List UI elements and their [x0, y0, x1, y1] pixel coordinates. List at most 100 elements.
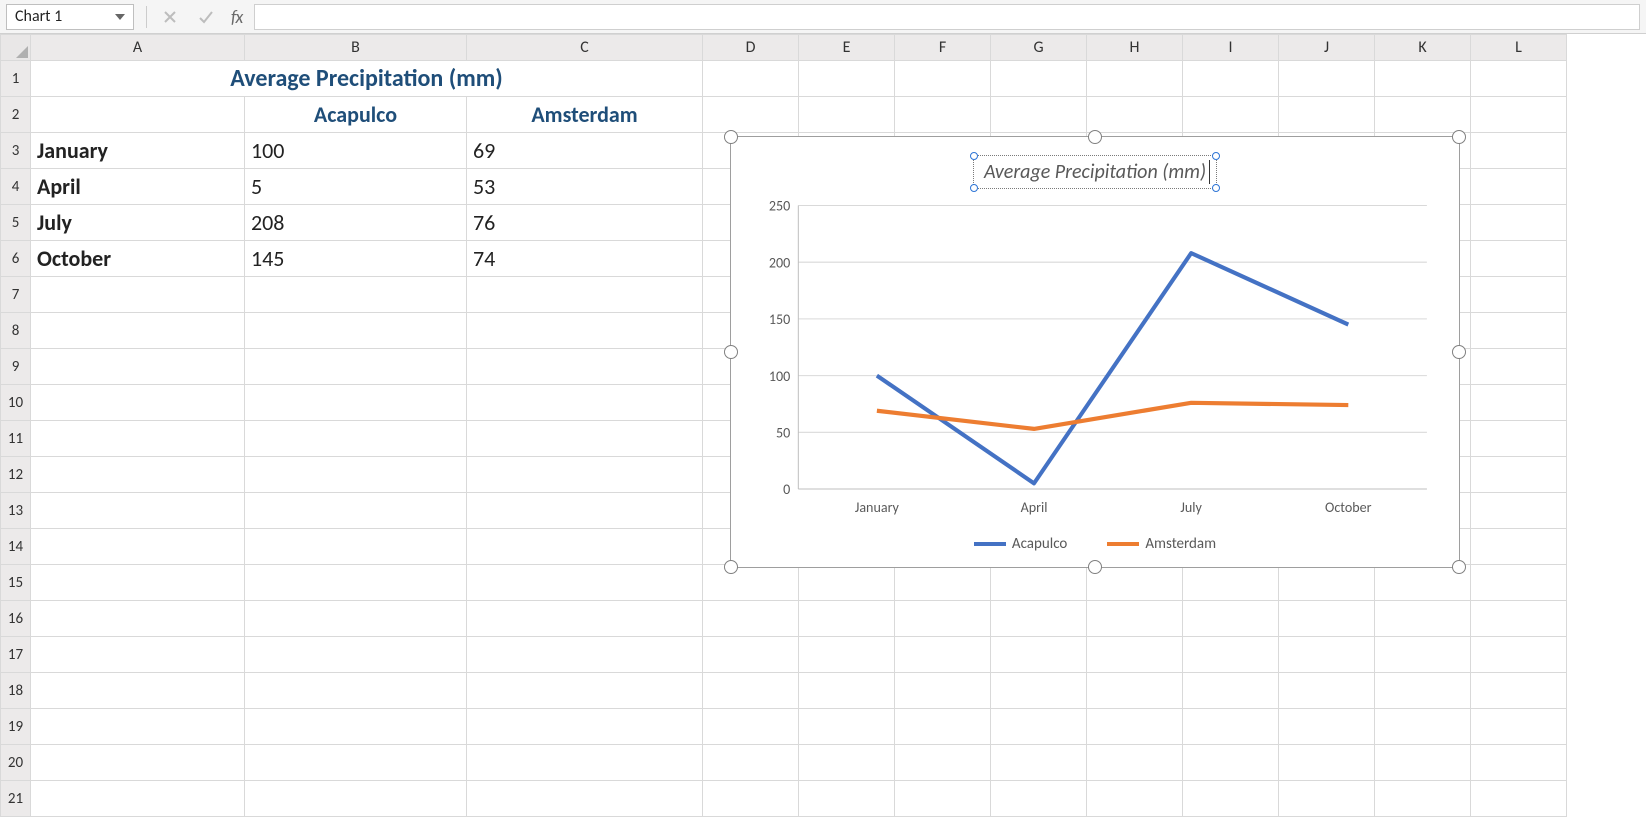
cell[interactable] — [467, 277, 703, 313]
cell[interactable] — [799, 709, 895, 745]
name-box[interactable]: Chart 1 — [6, 4, 134, 30]
cell[interactable] — [991, 673, 1087, 709]
cell[interactable] — [1471, 781, 1567, 817]
cell[interactable] — [703, 601, 799, 637]
cell[interactable] — [1279, 601, 1375, 637]
cell[interactable] — [991, 709, 1087, 745]
cell[interactable] — [895, 97, 991, 133]
cell[interactable] — [1375, 673, 1471, 709]
cell[interactable] — [1375, 709, 1471, 745]
cell[interactable] — [703, 97, 799, 133]
row-header[interactable]: 9 — [1, 349, 31, 385]
cell[interactable] — [1087, 61, 1183, 97]
cell[interactable] — [703, 745, 799, 781]
cell[interactable] — [245, 277, 467, 313]
col-header-J[interactable]: J — [1279, 35, 1375, 61]
cell[interactable] — [245, 385, 467, 421]
legend-item-2[interactable]: Amsterdam — [1107, 535, 1216, 553]
row-header[interactable]: 12 — [1, 457, 31, 493]
row-header[interactable]: 18 — [1, 673, 31, 709]
cell[interactable] — [245, 709, 467, 745]
cell[interactable] — [245, 313, 467, 349]
cell[interactable] — [31, 457, 245, 493]
cell[interactable] — [1183, 61, 1279, 97]
cell-value[interactable]: 76 — [467, 205, 703, 241]
cell[interactable] — [31, 781, 245, 817]
col-header-B[interactable]: B — [245, 35, 467, 61]
cell[interactable] — [467, 529, 703, 565]
cell[interactable] — [1087, 97, 1183, 133]
cell[interactable] — [799, 673, 895, 709]
cell[interactable] — [31, 709, 245, 745]
row-header-3[interactable]: 3 — [1, 133, 31, 169]
cell[interactable] — [31, 673, 245, 709]
cell[interactable] — [31, 97, 245, 133]
cell[interactable] — [1471, 565, 1567, 601]
resize-handle-icon[interactable] — [1088, 560, 1102, 574]
cell[interactable] — [895, 61, 991, 97]
col-header-E[interactable]: E — [799, 35, 895, 61]
fx-icon[interactable]: fx — [231, 6, 242, 28]
col-header-D[interactable]: D — [703, 35, 799, 61]
cell[interactable] — [1471, 745, 1567, 781]
resize-handle-icon[interactable] — [1452, 130, 1466, 144]
formula-input[interactable] — [254, 4, 1640, 30]
cell[interactable] — [991, 637, 1087, 673]
row-header[interactable]: 13 — [1, 493, 31, 529]
cell-month[interactable]: April — [31, 169, 245, 205]
cell[interactable] — [1279, 565, 1375, 601]
cell-month[interactable]: July — [31, 205, 245, 241]
cell[interactable] — [991, 97, 1087, 133]
title-handle-icon[interactable] — [970, 184, 978, 192]
cell[interactable] — [1279, 709, 1375, 745]
row-header[interactable]: 7 — [1, 277, 31, 313]
cell[interactable] — [245, 673, 467, 709]
cell[interactable] — [1087, 637, 1183, 673]
cell-value[interactable]: 145 — [245, 241, 467, 277]
row-header-2[interactable]: 2 — [1, 97, 31, 133]
row-header-1[interactable]: 1 — [1, 61, 31, 97]
cell[interactable] — [799, 97, 895, 133]
title-handle-icon[interactable] — [970, 152, 978, 160]
cell[interactable] — [31, 385, 245, 421]
cell-value[interactable]: 100 — [245, 133, 467, 169]
row-header[interactable]: 16 — [1, 601, 31, 637]
resize-handle-icon[interactable] — [724, 345, 738, 359]
cell[interactable] — [1183, 637, 1279, 673]
cell[interactable] — [1183, 673, 1279, 709]
cell[interactable] — [1471, 385, 1567, 421]
cell[interactable] — [245, 457, 467, 493]
col-header-A[interactable]: A — [31, 35, 245, 61]
cell[interactable] — [1471, 313, 1567, 349]
cell[interactable] — [1183, 745, 1279, 781]
cell[interactable] — [1279, 61, 1375, 97]
cell[interactable] — [31, 565, 245, 601]
cell[interactable] — [467, 385, 703, 421]
cell[interactable] — [703, 565, 799, 601]
cell[interactable] — [1183, 565, 1279, 601]
cell-value[interactable]: 5 — [245, 169, 467, 205]
cell[interactable] — [245, 745, 467, 781]
cell[interactable] — [31, 313, 245, 349]
cell[interactable] — [1471, 673, 1567, 709]
row-header-4[interactable]: 4 — [1, 169, 31, 205]
cell[interactable] — [703, 637, 799, 673]
row-header[interactable]: 20 — [1, 745, 31, 781]
cell[interactable] — [799, 565, 895, 601]
cell[interactable] — [991, 601, 1087, 637]
cell[interactable] — [1279, 745, 1375, 781]
cell[interactable] — [991, 781, 1087, 817]
cell[interactable] — [31, 277, 245, 313]
cell[interactable] — [1087, 745, 1183, 781]
cell[interactable] — [991, 565, 1087, 601]
cell[interactable] — [467, 709, 703, 745]
resize-handle-icon[interactable] — [724, 560, 738, 574]
cell[interactable] — [1279, 781, 1375, 817]
cell-month[interactable]: October — [31, 241, 245, 277]
cell[interactable] — [245, 601, 467, 637]
cell[interactable] — [1087, 673, 1183, 709]
resize-handle-icon[interactable] — [1088, 130, 1102, 144]
cell[interactable] — [991, 61, 1087, 97]
cell[interactable] — [467, 349, 703, 385]
cell[interactable] — [1471, 709, 1567, 745]
